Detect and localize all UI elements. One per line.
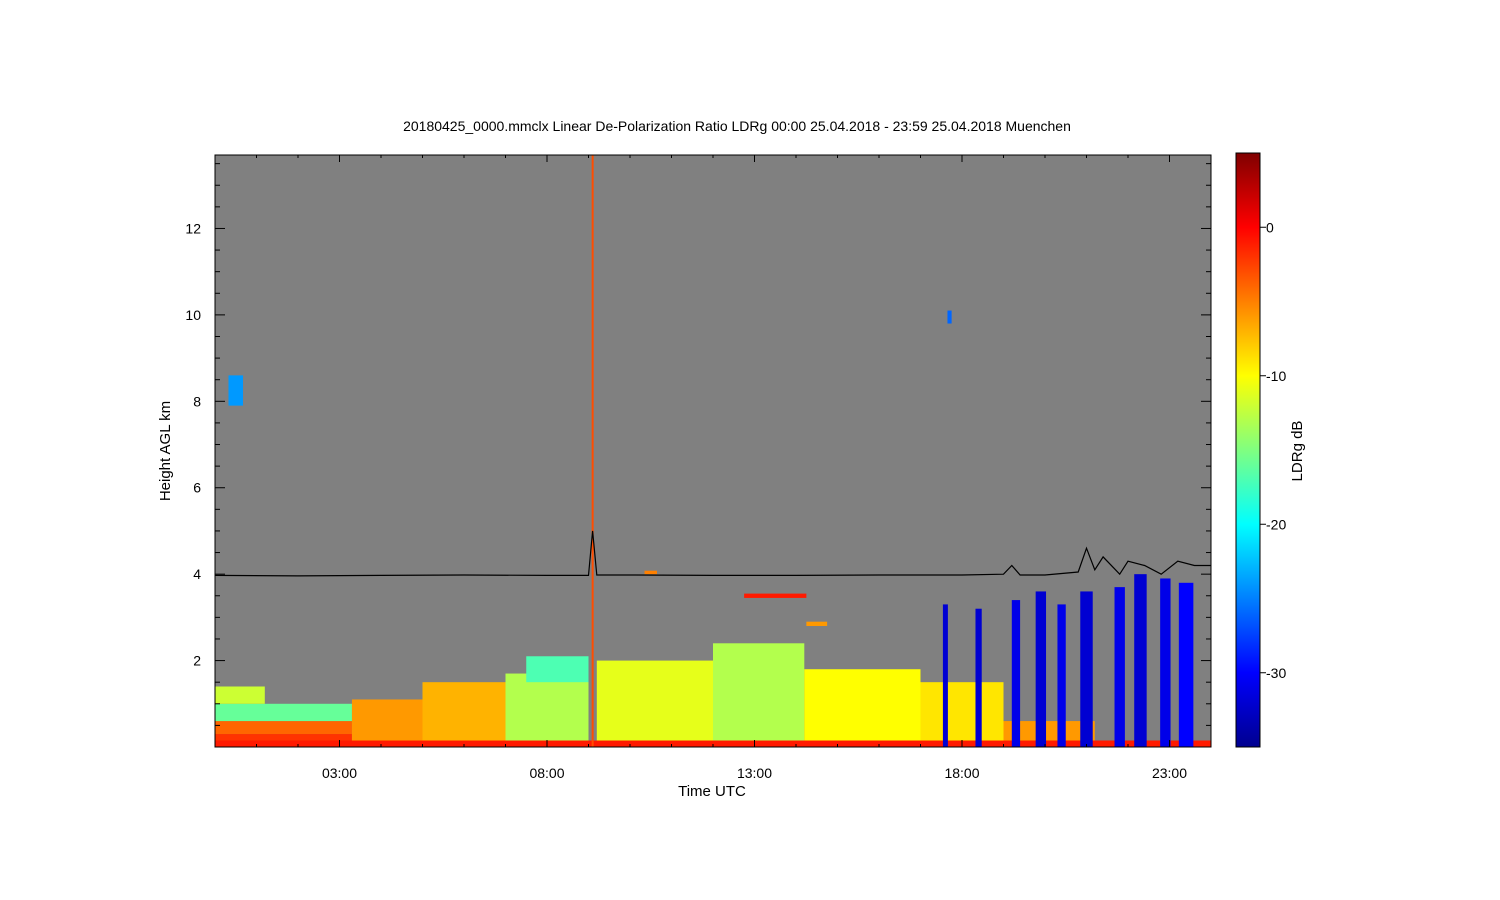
precipitation-streak [975, 608, 982, 747]
echo-region [215, 721, 352, 735]
precipitation-streak [1114, 587, 1125, 747]
x-tick-label: 18:00 [944, 765, 979, 781]
x-tick-label: 13:00 [737, 765, 772, 781]
precipitation-streak [1011, 600, 1021, 747]
small-echo [806, 621, 828, 627]
x-tick-label: 23:00 [1152, 765, 1187, 781]
y-tick-label: 10 [185, 307, 201, 323]
precipitation-streak [942, 604, 948, 747]
ldr-chart: 20180425_0000.mmclx Linear De-Polarizati… [157, 118, 1306, 800]
precipitation-streak [1035, 591, 1047, 747]
colorbar-tick-label: 0 [1266, 219, 1274, 235]
echo-region [713, 643, 805, 747]
colorbar-tick-label: -30 [1266, 665, 1286, 681]
echo-region [422, 682, 506, 747]
small-echo [644, 570, 657, 575]
echo-region [215, 686, 265, 704]
echo-region [351, 699, 423, 747]
colorbar-tick-label: -10 [1266, 368, 1286, 384]
y-tick-label: 2 [193, 653, 201, 669]
x-axis-label: Time UTC [678, 783, 746, 800]
precipitation-streak [1178, 582, 1194, 747]
colorbar [1235, 152, 1261, 748]
small-echo [744, 593, 807, 598]
echo-region [804, 669, 921, 747]
small-echo [947, 310, 952, 324]
y-tick-label: 6 [193, 480, 201, 496]
small-echo [228, 375, 244, 406]
x-tick-label: 03:00 [322, 765, 357, 781]
colorbar-tick-label: -20 [1266, 516, 1286, 532]
y-tick-label: 4 [193, 566, 201, 582]
echo-region [526, 656, 589, 683]
echo-region [215, 703, 352, 722]
colorbar-label: LDRg dB [1289, 421, 1306, 482]
precipitation-streak [1080, 591, 1093, 747]
y-tick-label: 8 [193, 393, 201, 409]
y-tick-label: 12 [185, 220, 201, 236]
echo-region [505, 673, 589, 747]
chart-title: 20180425_0000.mmclx Linear De-Polarizati… [403, 118, 1071, 134]
echo-region [596, 660, 713, 747]
colorbar-ticks: 0 -10 -20 -30 [1260, 219, 1286, 681]
echo-region [920, 682, 1004, 747]
precipitation-streak [1057, 604, 1066, 747]
precipitation-streak [1160, 578, 1171, 747]
y-axis-label: Height AGL km [157, 401, 174, 501]
precipitation-streak [1134, 574, 1147, 747]
x-tick-label: 08:00 [529, 765, 564, 781]
